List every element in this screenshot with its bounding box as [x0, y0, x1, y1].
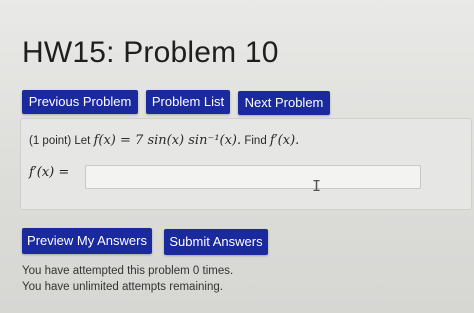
next-problem-button[interactable]: Next Problem [238, 91, 330, 115]
function-expression: f(x) = 7 sin(x) sin⁻¹(x). [93, 133, 242, 148]
answer-label: f′(x) = [29, 165, 70, 180]
submit-answers-button[interactable]: Submit Answers [164, 229, 268, 255]
find-text: Find [244, 135, 267, 147]
answer-input[interactable] [85, 165, 421, 189]
page: HW15: Problem 10 Previous Problem Proble… [0, 0, 474, 313]
prompt-prefix: Let [74, 135, 91, 147]
problem-prompt: (1 point) Let f(x) = 7 sin(x) sin⁻¹(x). … [29, 133, 299, 148]
problem-list-button[interactable]: Problem List [146, 90, 230, 114]
attempts-status: You have attempted this problem 0 times. [22, 265, 234, 277]
problem-panel: (1 point) Let f(x) = 7 sin(x) sin⁻¹(x). … [20, 118, 472, 210]
page-title: HW15: Problem 10 [22, 36, 279, 69]
text-cursor-icon: I [312, 177, 322, 195]
points-label: (1 point) [29, 135, 72, 147]
remaining-status: You have unlimited attempts remaining. [22, 281, 223, 293]
previous-problem-button[interactable]: Previous Problem [22, 90, 138, 114]
preview-answers-button[interactable]: Preview My Answers [22, 228, 152, 254]
find-target: f′(x). [269, 133, 300, 148]
